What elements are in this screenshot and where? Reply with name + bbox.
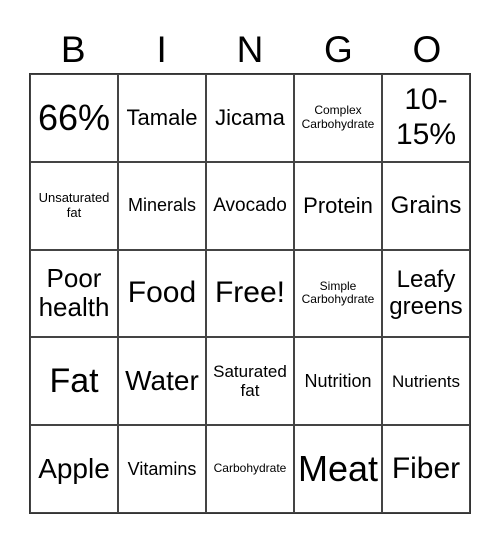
bingo-cell[interactable]: Leafy greens	[382, 249, 470, 338]
bingo-cell[interactable]: Vitamins	[118, 425, 206, 513]
bingo-cell[interactable]: Fat	[30, 337, 118, 426]
bingo-cell[interactable]: Food	[118, 249, 206, 338]
bingo-cell[interactable]: Nutrients	[382, 337, 470, 426]
bingo-cell[interactable]: Grains	[382, 161, 470, 250]
bingo-cell[interactable]: Complex Carbohydrate	[294, 74, 382, 162]
bingo-cell[interactable]: Poor health	[30, 249, 118, 338]
bingo-cell[interactable]: Fiber	[382, 425, 470, 513]
bingo-cell[interactable]: Carbohydrate	[206, 425, 294, 513]
bingo-cell[interactable]: Saturated fat	[206, 337, 294, 426]
bingo-cell[interactable]: Nutrition	[294, 337, 382, 426]
header-letter-n: N	[236, 29, 264, 70]
bingo-cell[interactable]: Meat	[294, 425, 382, 513]
header-letter-b: B	[60, 29, 86, 70]
bingo-cell[interactable]: 10-15%	[382, 74, 470, 162]
header-letter-i: I	[156, 29, 167, 70]
bingo-header: B I N G O	[29, 30, 471, 74]
bingo-grid: 66% Tamale Jicama Complex Carbohydrate 1…	[29, 73, 471, 514]
bingo-cell[interactable]: Tamale	[118, 74, 206, 162]
bingo-cell[interactable]: Water	[118, 337, 206, 426]
bingo-cell[interactable]: Apple	[30, 425, 118, 513]
header-letter-g: G	[324, 29, 353, 70]
bingo-cell[interactable]: 66%	[30, 74, 118, 162]
bingo-cell[interactable]: Protein	[294, 161, 382, 250]
bingo-cell[interactable]: Avocado	[206, 161, 294, 250]
bingo-cell[interactable]: Minerals	[118, 161, 206, 250]
free-space-cell[interactable]: Free!	[206, 249, 294, 338]
bingo-cell[interactable]: Unsaturated fat	[30, 161, 118, 250]
header-letter-o: O	[412, 29, 442, 70]
bingo-cell[interactable]: Simple Carbohydrate	[294, 249, 382, 338]
bingo-cell[interactable]: Jicama	[206, 74, 294, 162]
